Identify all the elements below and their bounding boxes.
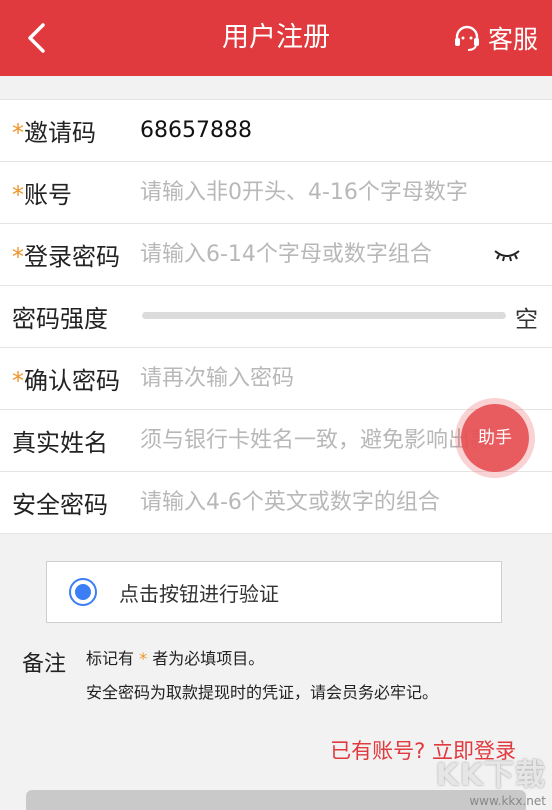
account-input[interactable] bbox=[140, 171, 552, 214]
invite-code-row: *邀请码 68657888 bbox=[0, 100, 552, 162]
required-star: * bbox=[139, 649, 148, 668]
password-label: *登录密码 bbox=[12, 243, 120, 271]
password-row: *登录密码 bbox=[0, 224, 552, 286]
required-star: * bbox=[12, 367, 24, 395]
confirm-password-label: *确认密码 bbox=[12, 367, 120, 395]
notes-line-1: 标记有 * 者为必填项目。 bbox=[86, 649, 265, 668]
strength-status: 空 bbox=[515, 306, 538, 333]
real-name-label: 真实姓名 bbox=[12, 429, 108, 457]
watermark: KK下载 www.kkx.net bbox=[436, 750, 547, 808]
required-star: * bbox=[12, 243, 24, 271]
required-star: * bbox=[12, 181, 24, 209]
assistant-floating-button[interactable]: 助手 bbox=[461, 404, 529, 472]
header-bar: 用户注册 客服 bbox=[0, 0, 552, 76]
notes-line-2: 安全密码为取款提现时的凭证，请会员务必牢记。 bbox=[86, 683, 439, 702]
security-password-label: 安全密码 bbox=[12, 491, 108, 519]
required-star: * bbox=[12, 119, 24, 147]
eye-closed-icon[interactable] bbox=[492, 242, 522, 266]
strength-meter-bar bbox=[142, 312, 506, 319]
invite-code-label: *邀请码 bbox=[12, 119, 96, 147]
customer-service-button[interactable]: 客服 bbox=[452, 0, 538, 76]
notes-label: 备注 bbox=[22, 652, 67, 677]
verify-button[interactable]: 点击按钮进行验证 bbox=[46, 561, 502, 623]
security-password-input[interactable] bbox=[140, 481, 552, 524]
account-row: *账号 bbox=[0, 162, 552, 224]
radio-icon bbox=[69, 578, 97, 606]
password-input[interactable] bbox=[140, 233, 482, 276]
confirm-password-input[interactable] bbox=[140, 357, 552, 400]
security-password-row: 安全密码 bbox=[0, 472, 552, 534]
service-label: 客服 bbox=[487, 25, 538, 54]
verify-label: 点击按钮进行验证 bbox=[119, 581, 279, 606]
watermark-logo: KK下载 bbox=[435, 758, 546, 793]
watermark-url: www.kkx.net bbox=[469, 794, 546, 808]
confirm-password-row: *确认密码 bbox=[0, 348, 552, 410]
invite-code-input[interactable]: 68657888 bbox=[140, 111, 552, 151]
account-label: *账号 bbox=[12, 181, 72, 209]
strength-label: 密码强度 bbox=[12, 305, 108, 333]
headset-icon bbox=[454, 25, 479, 51]
